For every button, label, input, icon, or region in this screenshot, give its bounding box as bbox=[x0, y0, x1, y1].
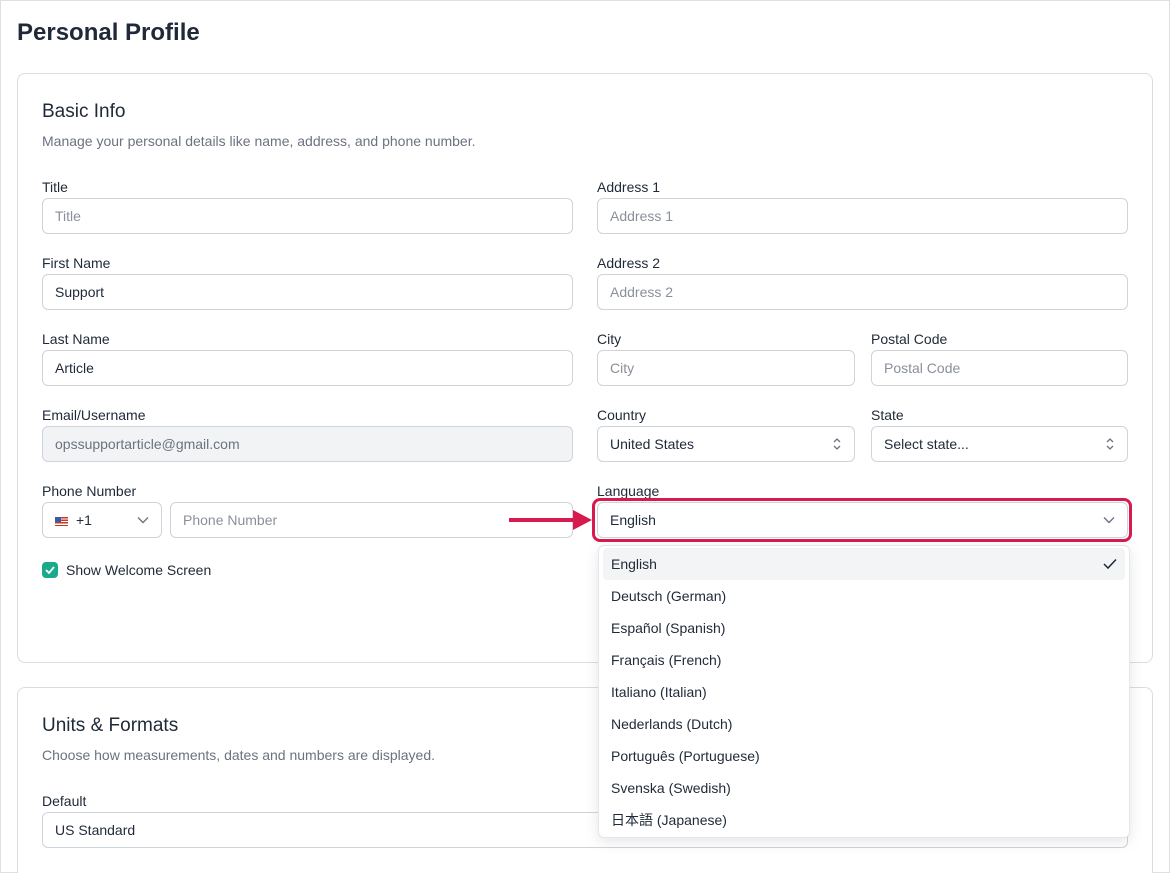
last-name-label: Last Name bbox=[42, 331, 110, 347]
postal-code-input[interactable] bbox=[871, 350, 1128, 386]
us-flag-icon bbox=[55, 516, 68, 526]
address1-label: Address 1 bbox=[597, 179, 661, 195]
check-icon bbox=[45, 566, 55, 574]
language-option-dutch[interactable]: Nederlands (Dutch) bbox=[603, 708, 1125, 740]
address1-input[interactable] bbox=[597, 198, 1128, 234]
country-label: Country bbox=[597, 407, 647, 423]
city-input[interactable] bbox=[597, 350, 855, 386]
title-label: Title bbox=[42, 179, 68, 195]
section-description: Manage your personal details like name, … bbox=[42, 133, 476, 149]
section-title: Units & Formats bbox=[42, 715, 179, 736]
language-option-english[interactable]: English bbox=[603, 548, 1125, 580]
country-code-text: +1 bbox=[76, 512, 92, 528]
page-title: Personal Profile bbox=[17, 19, 200, 46]
language-label: Language bbox=[597, 483, 660, 499]
chevron-updown-icon bbox=[833, 438, 841, 450]
state-value: Select state... bbox=[884, 436, 969, 452]
country-value: United States bbox=[610, 436, 695, 452]
first-name-label: First Name bbox=[42, 255, 111, 271]
check-icon bbox=[1103, 558, 1117, 570]
title-input[interactable] bbox=[42, 198, 573, 234]
state-label: State bbox=[871, 407, 904, 423]
section-title: Basic Info bbox=[42, 101, 126, 122]
chevron-down-icon bbox=[137, 517, 149, 524]
app-frame: Personal Profile Basic Info Manage your … bbox=[0, 0, 1170, 873]
default-units-label: Default bbox=[42, 793, 87, 809]
city-label: City bbox=[597, 331, 622, 347]
state-select[interactable]: Select state... bbox=[871, 426, 1128, 462]
language-option-swedish[interactable]: Svenska (Swedish) bbox=[603, 772, 1125, 804]
language-option-portuguese[interactable]: Português (Portuguese) bbox=[603, 740, 1125, 772]
address2-label: Address 2 bbox=[597, 255, 661, 271]
welcome-screen-label: Show Welcome Screen bbox=[66, 562, 212, 578]
country-code-select[interactable]: +1 bbox=[42, 502, 162, 538]
language-option-japanese[interactable]: 日本語 (Japanese) bbox=[603, 804, 1125, 836]
language-dropdown-menu: English Deutsch (German) Español (Spanis… bbox=[598, 545, 1130, 838]
highlight-annotation-box bbox=[592, 498, 1132, 542]
arrow-annotation-icon bbox=[509, 510, 592, 530]
language-option-spanish[interactable]: Español (Spanish) bbox=[603, 612, 1125, 644]
section-description: Choose how measurements, dates and numbe… bbox=[42, 747, 435, 763]
email-label: Email/Username bbox=[42, 407, 146, 423]
country-select[interactable]: United States bbox=[597, 426, 855, 462]
email-input bbox=[42, 426, 573, 462]
last-name-input[interactable] bbox=[42, 350, 573, 386]
welcome-screen-checkbox[interactable] bbox=[42, 562, 58, 578]
country-code-value: +1 bbox=[55, 512, 92, 528]
language-option-italian[interactable]: Italiano (Italian) bbox=[603, 676, 1125, 708]
language-option-german[interactable]: Deutsch (German) bbox=[603, 580, 1125, 612]
default-units-value: US Standard bbox=[55, 822, 136, 838]
postal-code-label: Postal Code bbox=[871, 331, 948, 347]
chevron-updown-icon bbox=[1106, 438, 1114, 450]
address2-input[interactable] bbox=[597, 274, 1128, 310]
language-option-french[interactable]: Français (French) bbox=[603, 644, 1125, 676]
phone-label: Phone Number bbox=[42, 483, 137, 499]
first-name-input[interactable] bbox=[42, 274, 573, 310]
